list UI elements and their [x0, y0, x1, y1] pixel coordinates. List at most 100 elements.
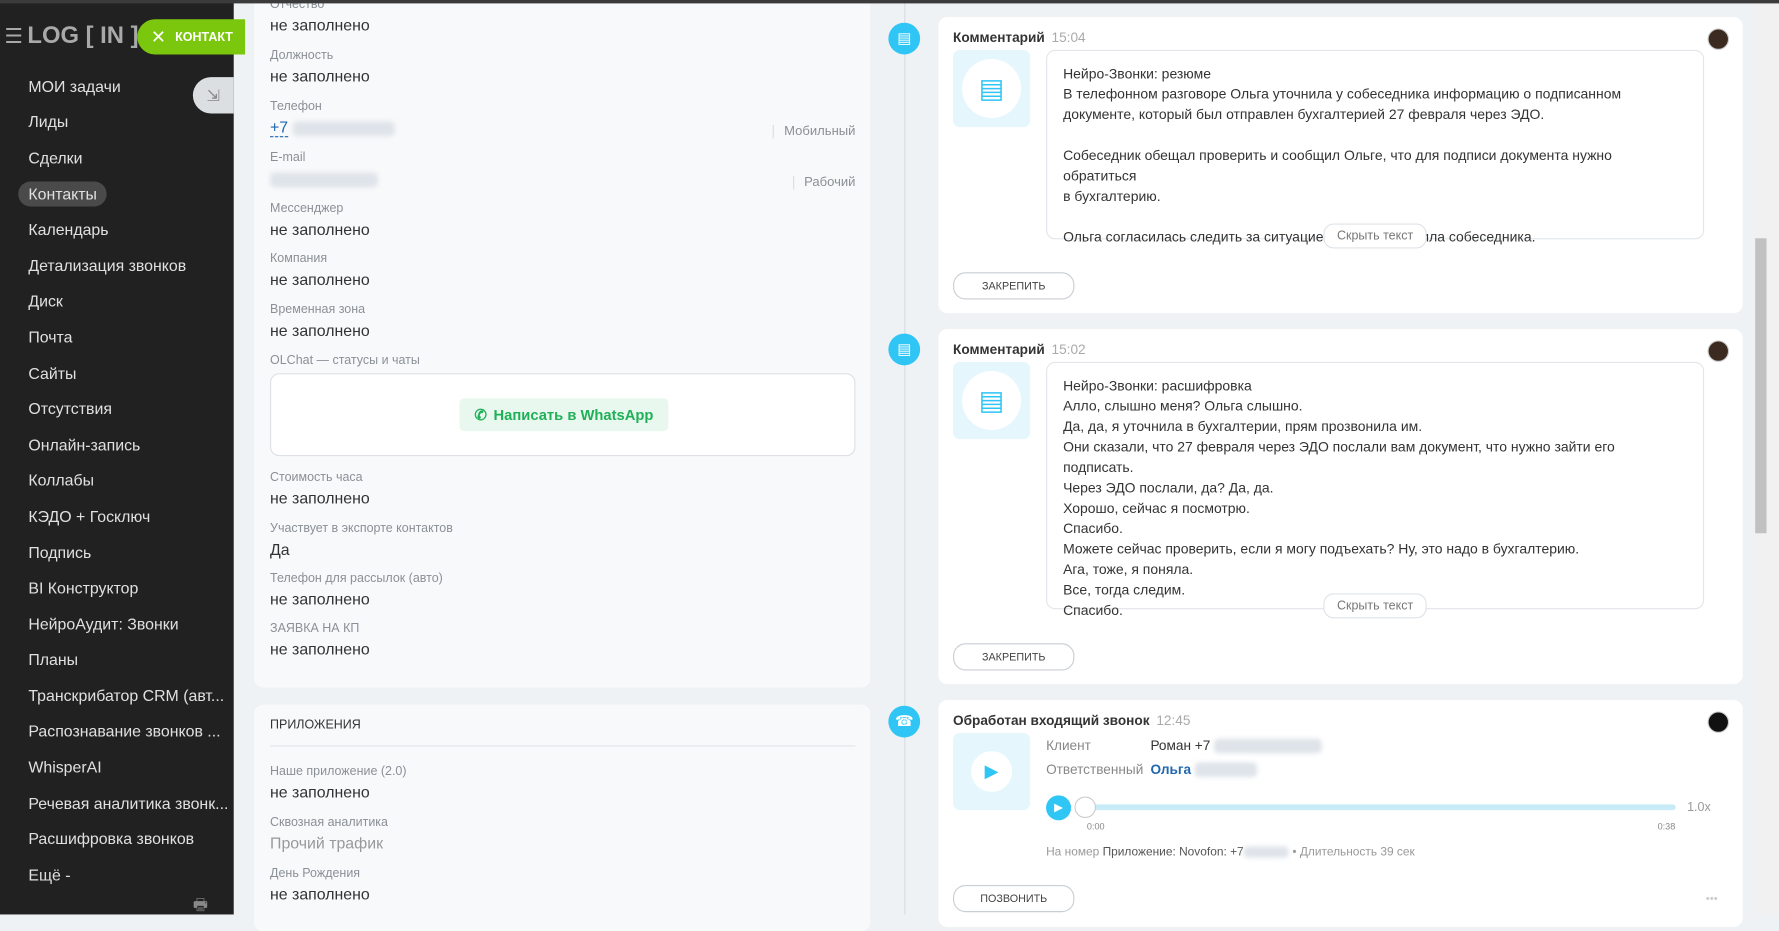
sidebar-item-label: Транскрибатор CRM (авт...: [28, 686, 225, 705]
field-value[interactable]: не заполнено: [270, 885, 855, 903]
sidebar-item[interactable]: Планы: [18, 642, 234, 678]
field-label: Мессенджер: [270, 201, 344, 216]
sidebar-item-label: НейроАудит: Звонки: [28, 614, 179, 633]
sidebar-item-label: Сайты: [28, 363, 77, 382]
sidebar-item[interactable]: Распознавание звонков ...: [18, 713, 234, 749]
hide-text-button[interactable]: Скрыть текст: [1323, 593, 1427, 619]
timeline-call: Обработан входящий звонок 12:45 ▶ Клиент Р…: [938, 700, 1743, 927]
sidebar-item-label: Лиды: [28, 112, 69, 131]
sidebar-item-label: МОИ задачи: [28, 76, 121, 96]
sidebar-menu: МОИ задачи Лиды Сделки Контакты Календарь Дет…: [18, 68, 234, 892]
field-value[interactable]: не заполнено: [270, 270, 855, 288]
sidebar: ☰ LOG [ IN ] ✕ КОНТАКТ МОИ задачи Лиды Сделк…: [0, 0, 246, 915]
field-value[interactable]: не заполнено: [270, 220, 855, 238]
app-field: Сквозная аналитика Прочий трафик: [270, 816, 855, 852]
audio-progress-handle[interactable]: [1074, 796, 1096, 819]
comment-icon: ▤: [888, 22, 921, 55]
play-button[interactable]: ▶: [1046, 795, 1072, 821]
comment-bubble: Нейро-Звонки: расшифровка Алло, слышно м…: [1046, 361, 1705, 619]
sidebar-item[interactable]: Детализация звонков: [18, 247, 234, 283]
field-label: День Рождения: [270, 866, 361, 881]
field-value[interactable]: [270, 169, 855, 187]
sidebar-item[interactable]: WhisperAI: [18, 749, 234, 785]
more-icon[interactable]: •••: [1706, 893, 1718, 905]
sidebar-item[interactable]: КЭДО + Госключ: [18, 498, 234, 534]
field-value[interactable]: Да: [270, 540, 855, 558]
sidebar-item[interactable]: Онлайн-запись: [18, 427, 234, 463]
sidebar-item[interactable]: BI Конструктор: [18, 570, 234, 606]
avatar[interactable]: [1707, 28, 1730, 50]
time-end: 0:38: [1657, 821, 1676, 832]
call-button[interactable]: ПОЗВОНИТЬ: [953, 884, 1075, 913]
responsible-value[interactable]: Ольга: [1150, 761, 1258, 778]
sidebar-item-label: Контакты: [18, 181, 108, 207]
sidebar-item[interactable]: Контакты: [18, 176, 234, 212]
comment-title: Комментарий: [953, 341, 1045, 358]
field-value[interactable]: не заполнено: [270, 783, 855, 801]
sidebar-item[interactable]: Диск: [18, 283, 234, 319]
sidebar-item[interactable]: Речевая аналитика звонк...: [18, 785, 234, 821]
field-label: Сквозная аналитика: [270, 815, 388, 830]
contact-fields-card: Отчество не заполнено Должность не заполнен…: [254, 0, 871, 688]
contact-field: E-mail Рабочий: [270, 151, 855, 190]
field-value[interactable]: Прочий трафик: [270, 834, 855, 852]
scrollbar-thumb[interactable]: [1755, 238, 1767, 534]
logo[interactable]: ☰ LOG [ IN ]: [5, 23, 139, 50]
sidebar-item[interactable]: Календарь: [18, 211, 234, 247]
avatar[interactable]: [1707, 340, 1730, 362]
playback-speed[interactable]: 1.0x: [1687, 801, 1711, 815]
comment-text: Нейро-Звонки: резюме В телефонном разгов…: [1063, 65, 1622, 246]
field-label: Стоимость часа: [270, 470, 363, 485]
logo-text: LOG [ IN ]: [27, 22, 139, 49]
field-label: Наше приложение (2.0): [270, 764, 407, 779]
timeline-line: [904, 0, 906, 915]
sidebar-item[interactable]: Транскрибатор CRM (авт...: [18, 677, 234, 713]
field-value[interactable]: не заполнено: [270, 16, 855, 34]
contact-field: Мессенджер не заполнено: [270, 202, 855, 238]
field-value[interactable]: не заполнено: [270, 590, 855, 608]
sidebar-item[interactable]: Отсутствия: [18, 391, 234, 427]
sidebar-item[interactable]: Ещё -: [18, 857, 234, 893]
sidebar-item-label: Онлайн-запись: [28, 435, 141, 454]
field-value[interactable]: не заполнено: [270, 640, 855, 658]
app-field: Наше приложение (2.0) не заполнено: [270, 765, 855, 801]
contact-field: Стоимость часа не заполнено: [270, 471, 855, 507]
comment-big-icon: ▤: [953, 361, 1031, 440]
printer-icon[interactable]: 🖶: [193, 893, 208, 920]
hide-text-button[interactable]: Скрыть текст: [1323, 223, 1427, 249]
sidebar-item[interactable]: Коллабы: [18, 462, 234, 498]
field-value[interactable]: не заполнено: [270, 489, 855, 507]
pin-button[interactable]: ЗАКРЕПИТЬ: [953, 272, 1075, 300]
sidebar-item[interactable]: НейроАудит: Звонки: [18, 606, 234, 642]
time-start: 0:00: [1086, 821, 1105, 832]
collapse-button[interactable]: ⇲: [192, 77, 234, 114]
close-contact-button[interactable]: ✕ КОНТАКТ: [137, 19, 246, 55]
app-field: День Рождения не заполнено: [270, 867, 855, 903]
field-value[interactable]: +7: [270, 117, 855, 138]
contact-field: Должность не заполнено: [270, 49, 855, 85]
sidebar-item-label: Отсутствия: [28, 399, 112, 418]
phone-icon: ☎: [888, 705, 921, 738]
avatar[interactable]: [1707, 711, 1730, 733]
field-label: ЗАЯВКА НА КП: [270, 621, 360, 636]
sidebar-item-label: Расшифровка звонков: [28, 829, 195, 848]
window-top-border: [0, 0, 1779, 4]
applications-title: ПРИЛОЖЕНИЯ: [270, 718, 856, 747]
field-value[interactable]: не заполнено: [270, 67, 855, 85]
whatsapp-button[interactable]: ✆ Написать в WhatsApp: [459, 398, 669, 432]
sidebar-item[interactable]: Подпись: [18, 534, 234, 570]
sidebar-item[interactable]: Почта: [18, 319, 234, 355]
field-value[interactable]: не заполнено: [270, 321, 855, 339]
client-value[interactable]: Роман +7: [1150, 737, 1322, 754]
sidebar-item[interactable]: Сделки: [18, 140, 234, 176]
audio-progress-track[interactable]: [1080, 804, 1676, 811]
sidebar-item[interactable]: Расшифровка звонков: [18, 821, 234, 857]
sidebar-item-label: Распознавание звонков ...: [28, 722, 221, 741]
applications-card: ПРИЛОЖЕНИЯ Наше приложение (2.0) не запол…: [254, 704, 871, 931]
menu-icon[interactable]: ☰: [5, 25, 23, 48]
timeline-comment: Комментарий 15:04 ▤ Нейро-Звонки: резюме …: [938, 17, 1743, 314]
responsible-label: Ответственный: [1046, 761, 1144, 778]
field-label: Компания: [270, 251, 328, 266]
sidebar-item[interactable]: Сайты: [18, 355, 234, 391]
pin-button[interactable]: ЗАКРЕПИТЬ: [953, 643, 1075, 671]
